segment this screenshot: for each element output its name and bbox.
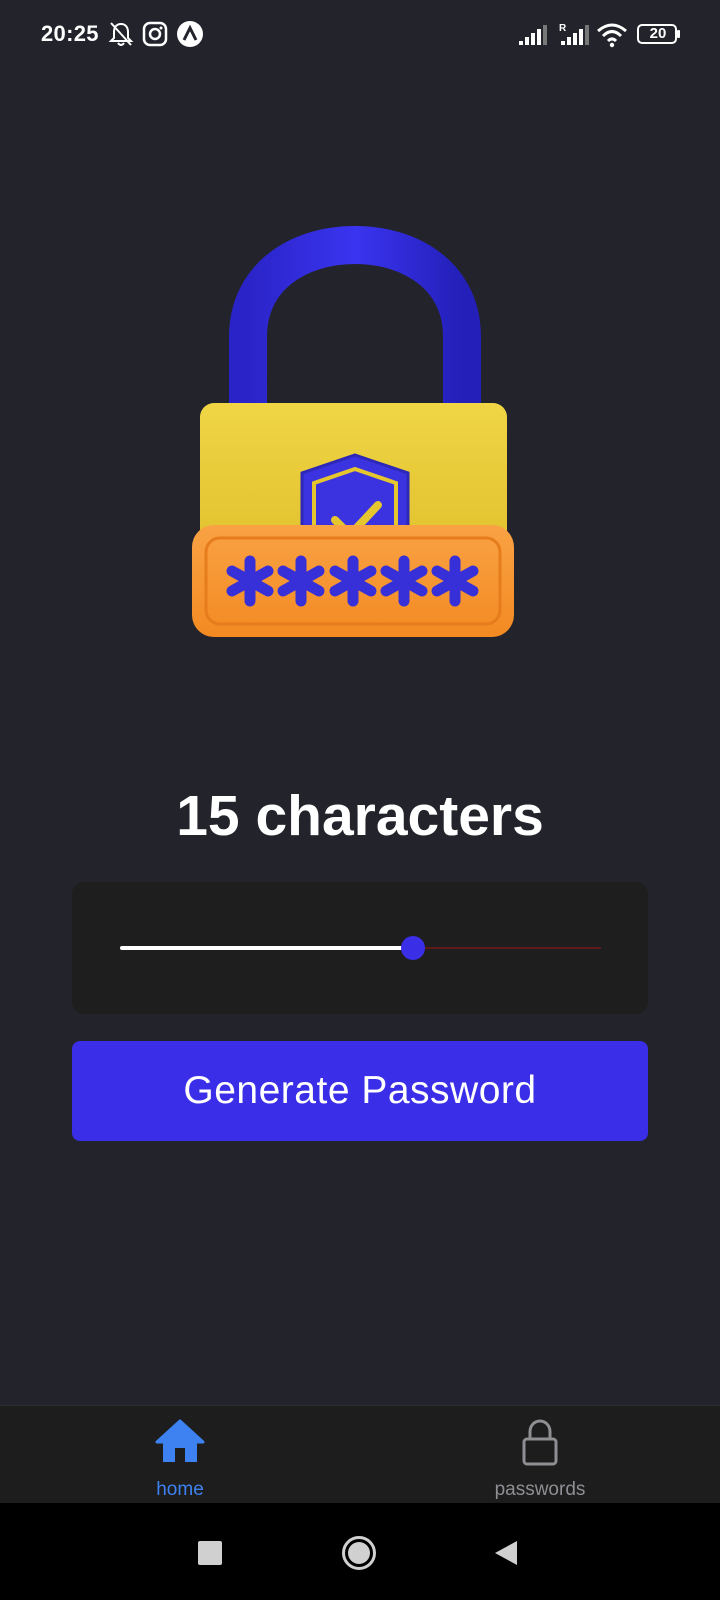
roaming-signal-icon: R bbox=[559, 22, 589, 51]
status-bar: 20:25 R 20 bbox=[0, 0, 720, 70]
tab-passwords-label: passwords bbox=[494, 1479, 586, 1500]
slider-filled-track bbox=[120, 946, 413, 950]
wifi-icon bbox=[596, 22, 628, 53]
battery-icon: 20 bbox=[637, 24, 681, 44]
mute-bell-icon bbox=[108, 20, 134, 53]
status-time: 20:25 bbox=[41, 21, 99, 46]
bottom-tab-bar: home passwords bbox=[0, 1405, 720, 1504]
svg-text:R: R bbox=[559, 23, 567, 34]
length-slider[interactable] bbox=[120, 936, 601, 960]
password-length-title: 15 characters bbox=[0, 783, 720, 849]
password-length-unit: characters bbox=[255, 784, 544, 848]
system-navigation-bar bbox=[0, 1503, 720, 1600]
instagram-icon bbox=[142, 20, 168, 53]
app-logo-icon bbox=[176, 20, 204, 53]
signal-icon bbox=[519, 24, 549, 51]
tab-passwords[interactable]: passwords bbox=[360, 1406, 720, 1504]
slider-remaining-track bbox=[413, 947, 601, 949]
lock-icon bbox=[522, 1419, 558, 1466]
padlock-shield-password-icon bbox=[192, 225, 514, 637]
tab-home-label: home bbox=[156, 1479, 204, 1500]
screen: 20:25 R 20 15 characters Generate Passwo… bbox=[0, 0, 720, 1600]
recents-square-icon[interactable] bbox=[198, 1541, 222, 1570]
back-triangle-icon[interactable] bbox=[494, 1540, 518, 1571]
home-icon bbox=[155, 1419, 205, 1462]
generate-password-button[interactable]: Generate Password bbox=[72, 1041, 648, 1141]
tab-home[interactable]: home bbox=[0, 1406, 360, 1504]
password-length-value: 15 bbox=[176, 784, 240, 848]
home-circle-icon[interactable] bbox=[341, 1535, 377, 1576]
battery-level: 20 bbox=[649, 25, 667, 42]
length-slider-card bbox=[72, 882, 648, 1014]
slider-thumb[interactable] bbox=[401, 936, 425, 960]
